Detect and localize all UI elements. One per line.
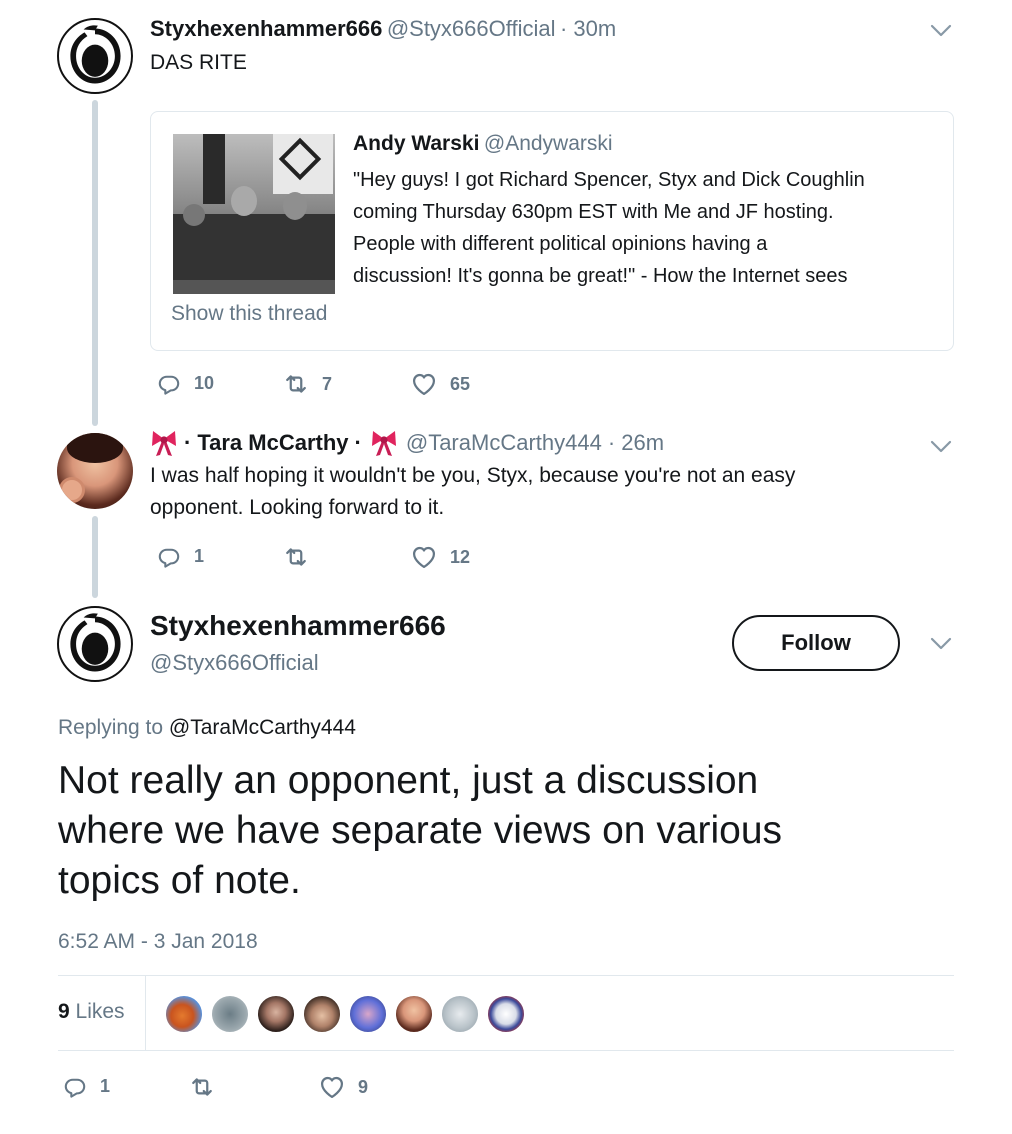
reply-action[interactable]: 1 — [62, 1073, 110, 1099]
liker-avatar[interactable] — [302, 994, 342, 1034]
chevron-down-icon[interactable] — [930, 24, 952, 38]
main-tweet-text: Not really an opponent, just a discussio… — [58, 756, 782, 906]
reply-tweet-header: · Tara McCarthy · @TaraMcCarthy444 · 26m — [150, 428, 664, 458]
liker-avatar[interactable] — [256, 994, 296, 1034]
quoted-author-handle[interactable]: @Andywarski — [484, 132, 613, 155]
author-handle[interactable]: @Styx666Official — [150, 650, 319, 676]
tweet-text-line: I was half hoping it wouldn't be you, St… — [150, 464, 796, 487]
author-handle[interactable]: @Styx666Official — [387, 16, 556, 41]
reply-action[interactable]: 10 — [156, 370, 214, 396]
liker-avatar[interactable] — [348, 994, 388, 1034]
heart-icon — [410, 543, 438, 571]
reply-icon — [62, 1073, 88, 1099]
reply-action[interactable]: 1 — [156, 543, 204, 569]
author-name[interactable]: Tara McCarthy — [197, 430, 348, 456]
likes-label: Likes — [75, 1000, 125, 1023]
reply-count: 10 — [194, 372, 215, 393]
tweet-time[interactable]: · 26m — [608, 430, 664, 456]
replying-to: Replying to @TaraMcCarthy444 — [58, 716, 356, 740]
divider — [58, 1050, 954, 1051]
thread-line — [92, 100, 98, 426]
like-action[interactable]: 12 — [410, 543, 470, 571]
retweet-icon — [282, 370, 310, 398]
replying-to-label: Replying to — [58, 716, 164, 739]
liker-avatar[interactable] — [164, 994, 204, 1034]
quoted-author-name[interactable]: Andy Warski — [353, 132, 479, 155]
liker-avatar[interactable] — [394, 994, 434, 1034]
likers-list — [164, 994, 526, 1034]
reply-icon — [156, 543, 182, 569]
thread-line — [92, 516, 98, 598]
like-count: 9 — [358, 1076, 369, 1097]
divider — [58, 975, 954, 976]
tweet-text-line: where we have separate views on various — [58, 809, 783, 852]
parent-tweet-header: Styxhexenhammer666 @Styx666Official · 30… — [150, 16, 616, 42]
reply-icon — [156, 370, 182, 396]
like-count: 65 — [450, 373, 471, 394]
liker-avatar[interactable] — [440, 994, 480, 1034]
reply-count: 1 — [100, 1075, 111, 1096]
quoted-tweet-header: Andy Warski @Andywarski — [353, 132, 613, 156]
liker-avatar[interactable] — [486, 994, 526, 1034]
replying-to-mention[interactable]: @TaraMcCarthy444 — [169, 716, 356, 739]
tweet-timestamp[interactable]: 6:52 AM - 3 Jan 2018 — [58, 930, 258, 954]
author-name[interactable]: Styxhexenhammer666 — [150, 610, 446, 642]
reply-count: 1 — [194, 545, 205, 566]
ribbon-emoji — [150, 428, 178, 458]
quoted-tweet-image[interactable] — [173, 134, 335, 294]
tweet-text-line: topics of note. — [58, 859, 301, 902]
retweet-action[interactable] — [188, 1073, 228, 1101]
parent-tweet-text: DAS RITE — [150, 51, 247, 74]
retweet-action[interactable]: 7 — [282, 370, 332, 398]
quoted-text-line: coming Thursday 630pm EST with Me and JF… — [353, 201, 834, 223]
quoted-text-line: People with different political opinions… — [353, 233, 768, 255]
name-suffix: · — [354, 430, 362, 455]
like-action[interactable]: 65 — [410, 370, 470, 398]
like-action[interactable]: 9 — [318, 1073, 368, 1101]
chevron-down-icon[interactable] — [930, 440, 952, 454]
quoted-text-line: "Hey guys! I got Richard Spencer, Styx a… — [353, 169, 865, 191]
tweet-time[interactable]: · 30m — [560, 16, 616, 41]
styx-logo-icon — [59, 20, 131, 92]
chevron-down-icon[interactable] — [930, 637, 952, 651]
like-count: 12 — [450, 546, 471, 567]
styx-avatar[interactable] — [57, 606, 133, 682]
styx-avatar[interactable] — [57, 18, 133, 94]
retweet-icon — [282, 543, 310, 571]
tweet-text-line: Not really an opponent, just a discussio… — [58, 759, 759, 802]
divider — [145, 976, 146, 1050]
styx-logo-icon — [59, 608, 131, 680]
heart-icon — [318, 1073, 346, 1101]
retweet-count: 7 — [322, 373, 333, 394]
likes-summary[interactable]: 9 Likes — [58, 1000, 125, 1024]
retweet-action[interactable] — [282, 543, 322, 571]
tweet-text-line: opponent. Looking forward to it. — [150, 496, 445, 519]
follow-button[interactable]: Follow — [732, 615, 900, 671]
quoted-tweet-card[interactable]: Andy Warski @Andywarski "Hey guys! I got… — [150, 111, 954, 351]
author-handle[interactable]: @TaraMcCarthy444 — [406, 430, 602, 456]
quoted-tweet-text: "Hey guys! I got Richard Spencer, Styx a… — [353, 164, 865, 292]
retweet-icon — [188, 1073, 216, 1101]
liker-avatar[interactable] — [210, 994, 250, 1034]
likes-number: 9 — [58, 1000, 70, 1023]
reply-tweet-text: I was half hoping it wouldn't be you, St… — [150, 460, 795, 524]
name-prefix: · — [184, 430, 192, 455]
show-thread-link[interactable]: Show this thread — [171, 302, 327, 326]
quoted-text-line: discussion! It's gonna be great!" - How … — [353, 265, 848, 287]
ribbon-emoji — [370, 428, 398, 458]
heart-icon — [410, 370, 438, 398]
tara-avatar[interactable] — [57, 433, 133, 509]
author-name[interactable]: Styxhexenhammer666 — [150, 16, 382, 41]
